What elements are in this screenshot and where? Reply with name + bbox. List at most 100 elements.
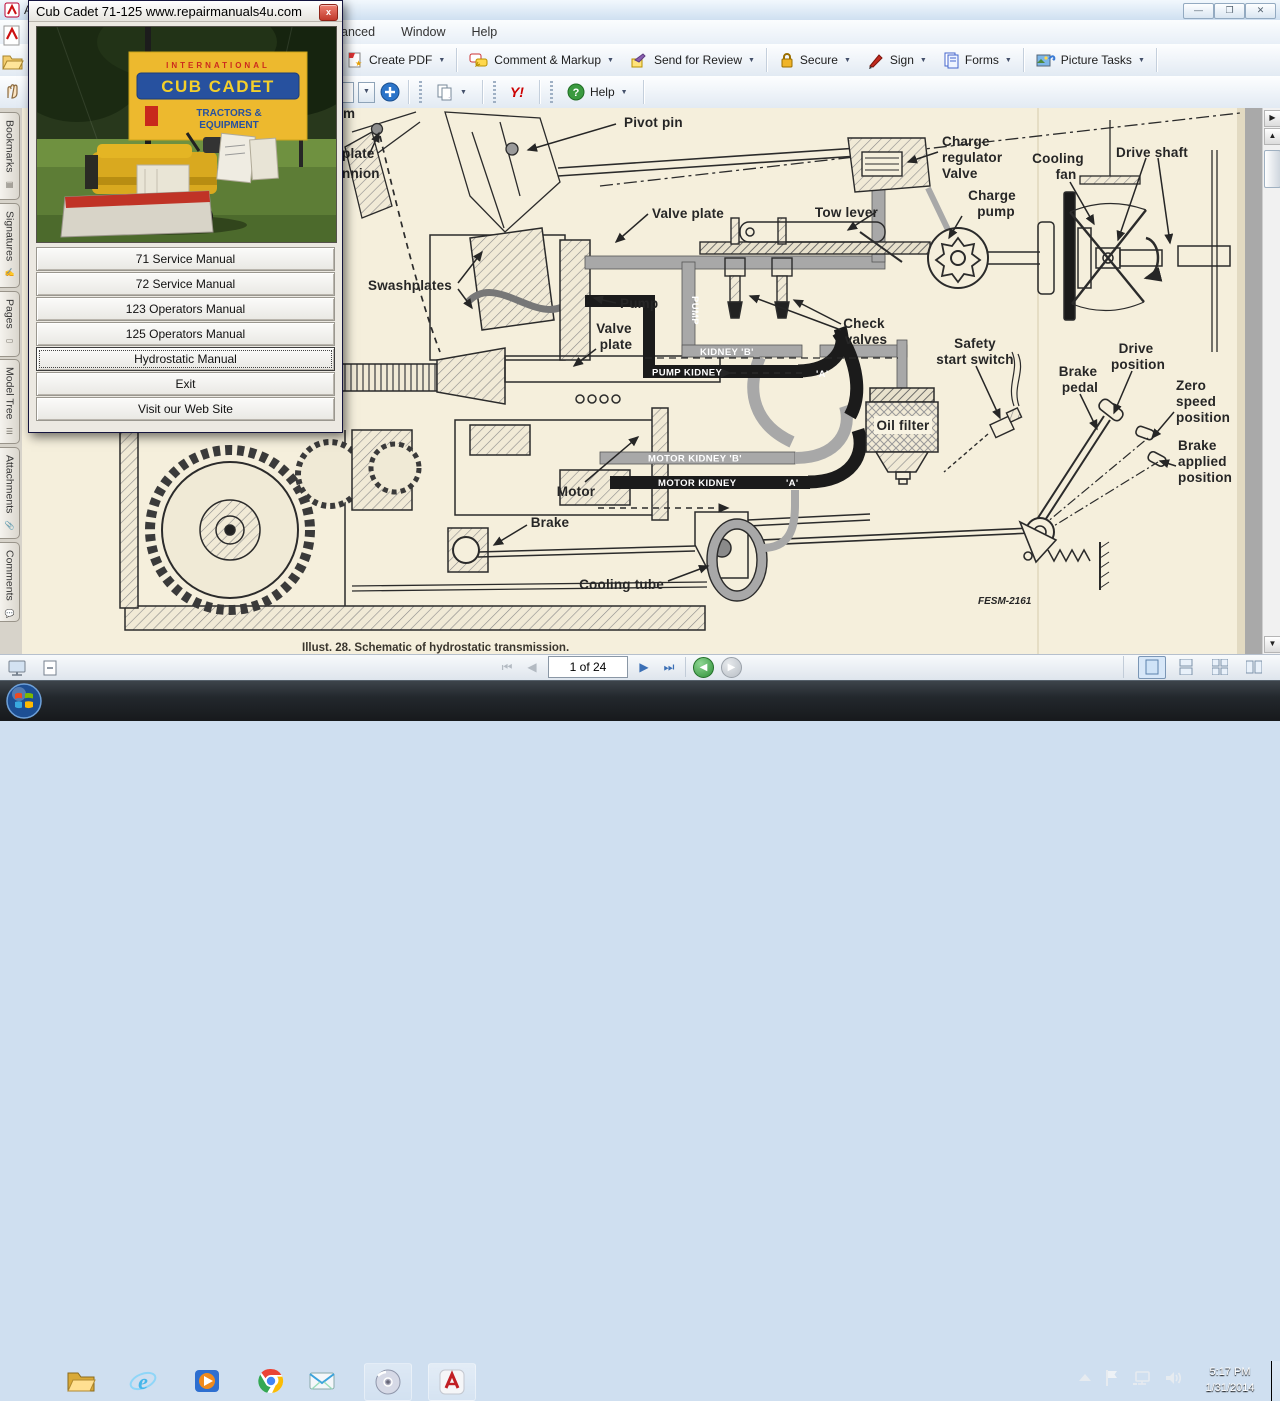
sign-button[interactable]: Sign▼ <box>859 47 935 73</box>
launcher-button-website[interactable]: Visit our Web Site <box>36 397 335 421</box>
taskbar-mediaplayer-icon[interactable] <box>184 1363 230 1399</box>
taskbar-adobe-icon[interactable] <box>428 1363 476 1401</box>
last-page-button[interactable]: ⏭ <box>660 660 678 675</box>
label-motor-kidney-a: 'A' <box>786 478 799 489</box>
svg-text:speed: speed <box>1176 394 1216 409</box>
minimize-button[interactable]: — <box>1183 3 1214 19</box>
start-button[interactable] <box>5 682 43 720</box>
scroll-options-button[interactable]: ▶ <box>1264 110 1280 127</box>
page-display-button[interactable]: ▼ <box>428 79 475 105</box>
tab-attachments[interactable]: Attachments📎 <box>0 447 20 539</box>
label-check-valves: Check <box>843 316 885 331</box>
label-fragment-nnion: nnion <box>342 166 380 181</box>
label-pump-vertical: PUMP <box>689 296 700 325</box>
create-pdf-button[interactable]: ★ Create PDF▼ <box>338 47 453 73</box>
svg-text:pedal: pedal <box>1062 380 1098 395</box>
previous-view-button[interactable]: ◀ <box>693 657 714 678</box>
volume-icon[interactable] <box>1164 1369 1184 1387</box>
label-pump-kidney-a: 'A' <box>816 369 829 380</box>
svg-text:INTERNATIONAL: INTERNATIONAL <box>166 61 270 70</box>
launcher-button-72-service[interactable]: 72 Service Manual <box>36 272 335 296</box>
launcher-button-125-operators[interactable]: 125 Operators Manual <box>36 322 335 346</box>
facing-button[interactable] <box>1240 656 1268 679</box>
svg-text:pump: pump <box>977 204 1015 219</box>
label-swashplates: Swashplates <box>368 278 452 293</box>
menu-window[interactable]: Window <box>401 25 445 39</box>
screen-mode-icon[interactable] <box>8 659 28 677</box>
yahoo-toolbar-button[interactable]: Y! <box>502 79 532 105</box>
menu-help[interactable]: Help <box>472 25 498 39</box>
single-page-button[interactable] <box>1138 656 1166 679</box>
manual-papers <box>217 133 279 182</box>
zoom-in-icon[interactable] <box>379 81 401 103</box>
page-number-input[interactable] <box>548 656 628 678</box>
create-pdf-icon: ★ <box>346 51 364 69</box>
hand-tool-icon[interactable] <box>2 78 24 100</box>
adobe-app-icon <box>4 2 20 18</box>
tab-model-tree[interactable]: Model Tree☰ <box>0 359 20 444</box>
comment-markup-button[interactable]: Comment & Markup▼ <box>461 47 622 73</box>
taskbar-ie-icon[interactable]: e <box>120 1363 166 1399</box>
next-page-button[interactable]: ▶ <box>635 660 653 674</box>
picture-tasks-button[interactable]: Picture Tasks▼ <box>1028 47 1153 73</box>
next-view-button[interactable]: ▶ <box>721 657 742 678</box>
launcher-close-button[interactable]: x <box>319 4 338 21</box>
first-page-button[interactable]: ⏮ <box>498 660 516 675</box>
label-oil-filter: Oil filter <box>876 418 930 433</box>
tab-signatures[interactable]: Signatures✍ <box>0 203 20 288</box>
model-tree-icon: ☰ <box>5 427 14 436</box>
help-icon: ? <box>567 83 585 101</box>
open-folder-icon[interactable] <box>2 50 24 72</box>
taskbar-chrome-icon[interactable] <box>248 1363 294 1399</box>
zoom-combo-arrow[interactable]: ▼ <box>358 82 375 103</box>
tractor-photo: INTERNATIONAL CUB CADET TRACTORS & EQUIP… <box>37 27 336 242</box>
label-fragment-plate: plate <box>342 146 375 161</box>
forms-button[interactable]: Forms▼ <box>935 47 1020 73</box>
network-icon[interactable] <box>1132 1369 1152 1387</box>
taskbar-explorer-icon[interactable] <box>58 1363 104 1399</box>
launcher-button-123-operators[interactable]: 123 Operators Manual <box>36 297 335 321</box>
launcher-titlebar[interactable]: Cub Cadet 71-125 www.repairmanuals4u.com <box>29 1 342 22</box>
send-for-review-button[interactable]: Send for Review▼ <box>622 47 763 73</box>
svg-text:plate: plate <box>600 337 633 352</box>
continuous-button[interactable] <box>1172 656 1200 679</box>
previous-page-button[interactable]: ◀ <box>523 660 541 674</box>
menu-items: anced Window Help <box>341 20 497 44</box>
launcher-photo: INTERNATIONAL CUB CADET TRACTORS & EQUIP… <box>36 26 337 243</box>
page-margin <box>1245 108 1262 654</box>
close-button[interactable]: ✕ <box>1245 3 1276 19</box>
comment-markup-icon <box>469 51 489 69</box>
label-motor: Motor <box>557 484 596 499</box>
tab-pages[interactable]: Pages▭ <box>0 291 20 357</box>
launcher-button-hydrostatic[interactable]: Hydrostatic Manual <box>36 347 335 371</box>
launcher-button-exit[interactable]: Exit <box>36 372 335 396</box>
lock-icon <box>779 51 795 69</box>
pages-tab-icon: ▭ <box>5 336 14 345</box>
action-center-flag-icon[interactable] <box>1104 1369 1120 1387</box>
launcher-button-71-service[interactable]: 71 Service Manual <box>36 247 335 271</box>
help-button[interactable]: ? Help▼ <box>559 79 636 105</box>
restore-button[interactable]: ❐ <box>1214 3 1245 19</box>
pdf-file-icon[interactable] <box>2 25 24 47</box>
windows-taskbar: e <box>0 680 1280 721</box>
tab-bookmarks[interactable]: Bookmarks▤ <box>0 112 20 200</box>
taskbar-clock[interactable]: 5:17 PM 1/31/2014 <box>1190 1364 1270 1396</box>
continuous-facing-button[interactable] <box>1206 656 1234 679</box>
label-cooling-fan: Cooling <box>1032 151 1084 166</box>
vertical-scrollbar[interactable]: ▶ ▲ ▼ <box>1262 108 1280 654</box>
scroll-down-button[interactable]: ▼ <box>1264 636 1280 653</box>
show-hidden-icons[interactable] <box>1078 1373 1092 1383</box>
send-review-icon <box>630 51 649 69</box>
secure-button[interactable]: Secure▼ <box>771 47 859 73</box>
scroll-up-button[interactable]: ▲ <box>1264 128 1280 145</box>
show-desktop-button[interactable] <box>1271 1361 1280 1401</box>
menu-advanced-fragment[interactable]: anced <box>341 25 375 39</box>
svg-text:★: ★ <box>355 59 362 68</box>
svg-text:position: position <box>1178 470 1232 485</box>
tab-comments[interactable]: Comments💬 <box>0 542 20 622</box>
scrollbar-thumb[interactable] <box>1264 150 1280 188</box>
taskbar-cd-launcher-icon[interactable] <box>364 1363 412 1401</box>
page-size-icon[interactable] <box>42 660 58 676</box>
taskbar-mail-icon[interactable] <box>300 1363 346 1399</box>
svg-text:Valve: Valve <box>942 166 978 181</box>
